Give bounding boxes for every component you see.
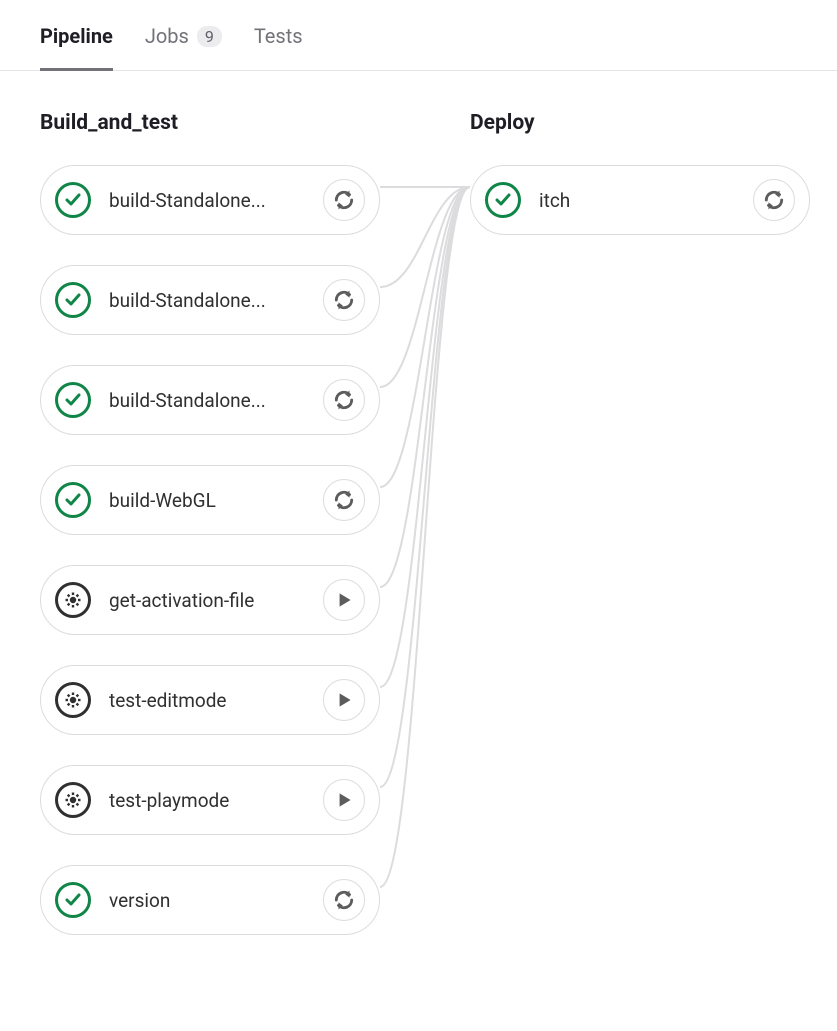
job-name-label: test-playmode <box>109 789 323 812</box>
job-pill[interactable]: build-Standalone... <box>40 365 380 435</box>
job-name-label: test-editmode <box>109 689 323 712</box>
job-name-label: build-Standalone... <box>109 189 323 212</box>
retry-button[interactable] <box>323 879 365 921</box>
status-success-icon <box>55 182 91 218</box>
job-pill[interactable]: version <box>40 865 380 935</box>
job-pill[interactable]: itch <box>470 165 810 235</box>
retry-button[interactable] <box>323 379 365 421</box>
job-pill[interactable]: build-WebGL <box>40 465 380 535</box>
job-name-label: build-Standalone... <box>109 289 323 312</box>
job-pill[interactable]: build-Standalone... <box>40 165 380 235</box>
job-name-label: build-Standalone... <box>109 389 323 412</box>
retry-button[interactable] <box>753 179 795 221</box>
play-button[interactable] <box>323 679 365 721</box>
job-pill[interactable]: test-editmode <box>40 665 380 735</box>
status-success-icon <box>55 482 91 518</box>
tab-jobs[interactable]: Jobs 9 <box>145 24 222 71</box>
play-button[interactable] <box>323 579 365 621</box>
status-success-icon <box>55 382 91 418</box>
tab-pipeline-label: Pipeline <box>40 24 113 48</box>
retry-button[interactable] <box>323 279 365 321</box>
job-pill[interactable]: test-playmode <box>40 765 380 835</box>
job-pill[interactable]: build-Standalone... <box>40 265 380 335</box>
status-manual-icon <box>55 682 91 718</box>
retry-button[interactable] <box>323 479 365 521</box>
status-success-icon <box>55 882 91 918</box>
pipeline-canvas: Build_and_test build-Standalone... build-… <box>0 71 837 1031</box>
status-success-icon <box>485 182 521 218</box>
tab-jobs-label: Jobs <box>145 24 189 48</box>
stage-build-and-test: Build_and_test build-Standalone... build-… <box>40 111 380 965</box>
stage-deploy: Deploy itch <box>470 111 810 265</box>
play-button[interactable] <box>323 779 365 821</box>
status-manual-icon <box>55 782 91 818</box>
job-name-label: version <box>109 889 323 912</box>
tab-tests[interactable]: Tests <box>254 24 303 71</box>
status-manual-icon <box>55 582 91 618</box>
job-name-label: itch <box>539 189 753 212</box>
status-success-icon <box>55 282 91 318</box>
tab-pipeline[interactable]: Pipeline <box>40 24 113 71</box>
stage-title-deploy: Deploy <box>470 111 810 135</box>
retry-button[interactable] <box>323 179 365 221</box>
job-name-label: get-activation-file <box>109 589 323 612</box>
tab-jobs-badge: 9 <box>197 26 222 47</box>
job-pill[interactable]: get-activation-file <box>40 565 380 635</box>
tab-tests-label: Tests <box>254 24 303 48</box>
job-name-label: build-WebGL <box>109 489 323 512</box>
tabs-bar: Pipeline Jobs 9 Tests <box>0 0 837 71</box>
stage-title-build-and-test: Build_and_test <box>40 111 380 135</box>
